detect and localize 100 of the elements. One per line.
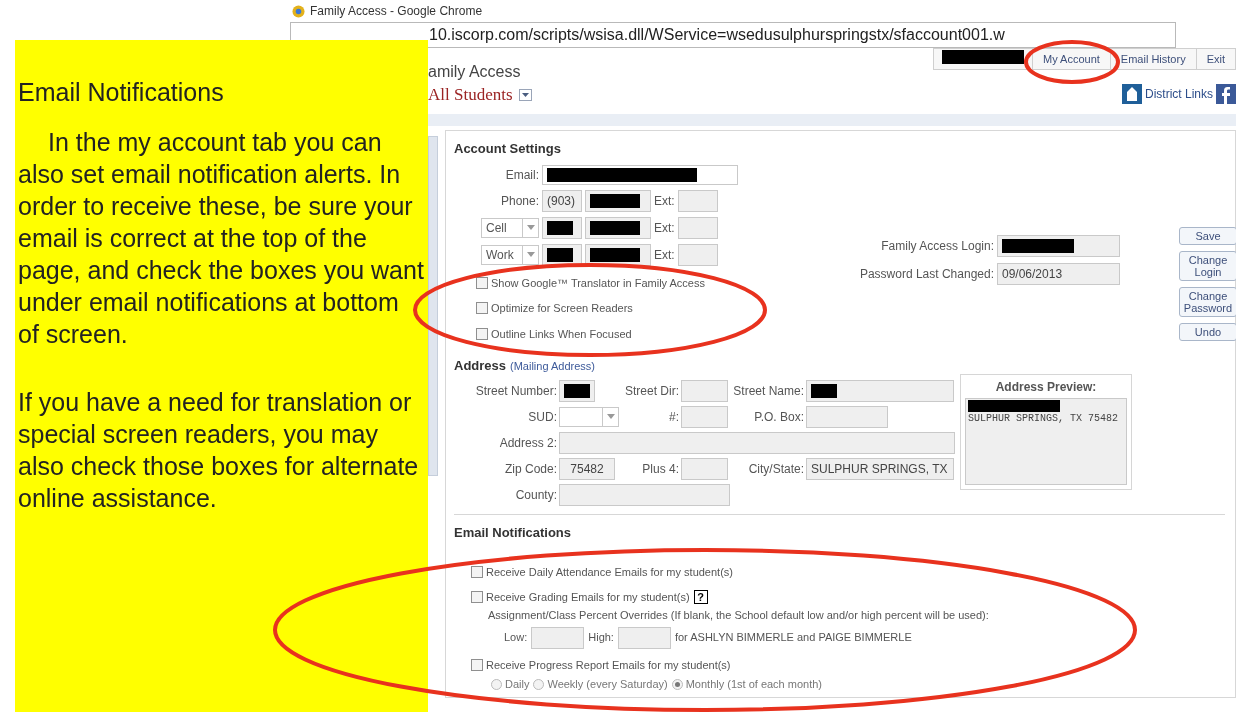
field-label: High: [588,630,614,646]
field-label: County: [514,486,558,504]
window-title: Family Access - Google Chrome [310,3,483,20]
input-field[interactable] [542,243,582,266]
input-field[interactable] [681,405,728,428]
field-label: Email: [504,166,539,184]
building-icon [1122,84,1142,104]
phone-type-select[interactable]: Work [481,244,539,265]
field-label: Low: [504,630,528,646]
checkbox[interactable] [476,302,488,315]
action-button[interactable]: Change Password [1179,286,1236,317]
redaction-bar [547,220,573,235]
student-selector[interactable]: All Students [428,82,513,108]
field-label: Address 2: [498,434,558,452]
input-field[interactable] [559,431,955,454]
input-field[interactable] [617,626,671,649]
input-field[interactable] [559,483,730,506]
radio-label: Monthly (1st of each month) [685,677,823,692]
input-field[interactable]: SULPHUR SPRINGS, TX [806,457,954,480]
help-button[interactable]: ? [693,589,708,604]
preview-title: Address Preview: [994,378,1098,396]
input-field[interactable]: (903) [542,189,582,212]
email-field[interactable] [542,164,738,185]
preview-line: SULPHUR SPRINGS, TX 75482 [968,411,1120,426]
radio-label: Daily [505,677,530,692]
district-links[interactable]: District Links [1145,85,1213,103]
field-label: #: [668,408,680,426]
checkbox-label: Optimize for Screen Readers [491,301,633,316]
radio-button[interactable] [533,678,545,690]
student-names: for ASHLYN BIMMERLE and PAIGE BIMMERLE [674,630,912,646]
section-heading: Address [454,357,507,375]
radio-button[interactable] [491,678,502,690]
radio-button[interactable] [671,678,683,690]
field-label: Ext: [654,219,675,237]
top-link[interactable]: Exit [1195,49,1235,69]
note-title: Email Notifications [18,77,225,108]
checkbox[interactable] [471,590,483,603]
checkbox[interactable] [471,566,483,579]
field-label: Street Dir: [624,382,680,400]
note-paragraph: If you have a need for translation or special screen readers, you may also check those boxes for alternate online assistance. [18,387,420,514]
input-field[interactable] [585,189,651,212]
section-heading: Email Notifications [454,523,573,542]
field-label: Zip Code: [503,460,558,478]
redaction-bar [590,193,640,208]
redaction-bar [564,383,590,398]
field-label: Ext: [654,192,675,210]
redaction-bar [590,220,640,235]
field-label: Street Number: [474,382,558,400]
checkbox-label: Receive Grading Emails for my student(s) [486,589,690,605]
redaction-bar [547,247,573,262]
action-button[interactable]: Undo [1179,322,1236,341]
input-field[interactable] [681,457,728,480]
input-field[interactable] [677,243,718,266]
checkbox-label: Outline Links When Focused [491,326,632,342]
app-title: amily Access [428,62,522,82]
redaction-bar [590,247,640,262]
redaction-bar [811,383,837,398]
field-label: Phone: [499,192,539,210]
input-field[interactable] [585,216,651,239]
field-label: Family Access Login: [880,237,994,255]
input-field[interactable] [559,379,595,402]
field-label: Password Last Changed: [858,265,994,283]
facebook-icon[interactable] [1216,84,1236,104]
input-field[interactable] [585,243,651,266]
phone-type-select[interactable]: Cell [481,217,539,238]
input-field[interactable] [677,189,718,212]
section-heading: Account Settings [454,140,562,158]
field-label: Ext: [654,246,675,264]
action-button[interactable]: Change Login [1179,250,1236,281]
mailing-address-link[interactable]: (Mailing Address) [510,358,595,375]
field-label: City/State: [747,460,805,478]
input-field[interactable] [531,626,585,649]
top-link[interactable]: My Account [1032,49,1110,69]
checkbox-label: Receive Daily Attendance Emails for my student(s) [486,565,733,580]
radio-label: Weekly (every Saturday) [547,677,668,692]
select-field[interactable] [559,406,619,427]
input-field[interactable]: 75482 [559,457,615,480]
dropdown-arrow-icon [522,245,538,264]
browser-logo-icon [292,4,305,18]
checkbox[interactable] [471,658,483,671]
dropdown-arrow-icon [522,218,538,237]
checkbox[interactable] [476,327,488,340]
input-field[interactable] [542,216,582,239]
field-label: Plus 4: [641,460,680,478]
input-field[interactable] [997,234,1120,257]
note-paragraph: In the my account tab you can also set email notification alerts. In order to receive these, be sure your email is correct at the top of the page, and check the boxes you want under email notifications at bottom of screen. [18,127,425,350]
redaction-bar [1002,238,1074,253]
field-label: P.O. Box: [753,408,805,426]
action-button[interactable]: Save [1179,226,1236,245]
input-field[interactable] [677,216,718,239]
override-note: Assignment/Class Percent Overrides (If blank, the School default low and/or high percent will be used): [488,608,990,623]
input-field[interactable] [806,379,954,402]
checkbox-label: Show Google™ Translator in Family Access [491,275,705,291]
address-bar[interactable]: 10.iscorp.com/scripts/wsisa.dll/WService=wsedusulphurspringstx/sfaccount001.w [290,22,1176,48]
top-link[interactable]: Email History [1109,49,1196,69]
field-label: Street Name: [732,382,805,400]
input-field[interactable] [681,379,728,402]
input-field[interactable] [806,405,888,428]
input-field[interactable]: 09/06/2013 [997,262,1120,285]
dropdown-arrow-icon [602,407,618,426]
